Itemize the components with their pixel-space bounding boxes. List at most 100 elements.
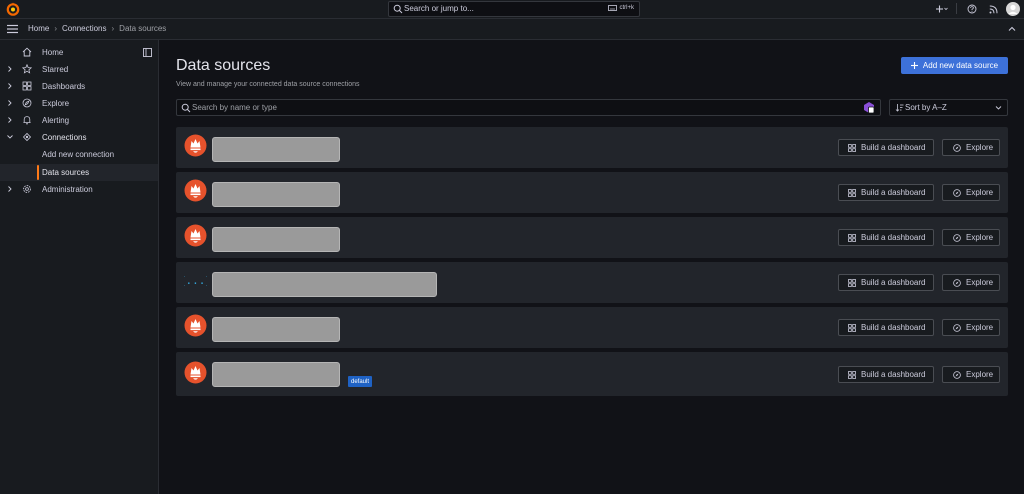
breadcrumb-connections[interactable]: Connections	[62, 24, 106, 33]
sort-select[interactable]: Sort by A–Z	[889, 99, 1008, 116]
chevron-right-icon: ›	[111, 24, 115, 33]
explore-button[interactable]: Explore	[942, 139, 1000, 156]
extension-icon[interactable]	[863, 101, 875, 114]
explore-label: Explore	[966, 233, 994, 242]
default-badge: default	[348, 376, 373, 387]
datasource-type-icon	[184, 361, 207, 384]
sidebar-item-dashboards[interactable]: Dashboards	[0, 78, 158, 95]
prometheus-icon	[184, 134, 207, 157]
compass-icon	[953, 370, 961, 379]
add-new-data-source-button[interactable]: Add new data source	[901, 57, 1008, 74]
datasource-row[interactable]: default Build a dashboard Explore	[176, 352, 1008, 396]
datasource-type-icon	[184, 314, 207, 337]
datasource-row[interactable]: {...} Build a dashboard Explore	[176, 262, 1008, 303]
chevron-right-icon[interactable]	[6, 65, 14, 73]
explore-button[interactable]: Explore	[942, 366, 1000, 383]
chevron-right-icon[interactable]	[6, 82, 14, 90]
sidebar-item-label: Administration	[42, 185, 93, 194]
page-subtitle: View and manage your connected data sour…	[176, 81, 360, 88]
build-dashboard-label: Build a dashboard	[861, 370, 926, 379]
sidebar-item-add-new-connection[interactable]: Add new connection	[0, 146, 158, 163]
build-dashboard-button[interactable]: Build a dashboard	[838, 229, 934, 246]
help-button[interactable]	[966, 3, 978, 15]
build-dashboard-label: Build a dashboard	[861, 233, 926, 242]
datasource-name-redacted[interactable]	[212, 227, 340, 252]
dashboards-icon	[848, 143, 856, 152]
sidebar-item-label: Explore	[42, 99, 70, 108]
home-icon	[22, 47, 32, 57]
build-dashboard-label: Build a dashboard	[861, 188, 926, 197]
chevron-down-icon	[995, 106, 1002, 110]
sidebar-item-label: Alerting	[42, 116, 70, 125]
news-button[interactable]	[987, 3, 999, 15]
explore-label: Explore	[966, 143, 994, 152]
datasource-name-redacted[interactable]	[212, 362, 340, 387]
dashboards-icon	[848, 188, 856, 197]
compass-icon	[953, 233, 961, 242]
dashboards-icon	[848, 323, 856, 332]
build-dashboard-button[interactable]: Build a dashboard	[838, 366, 934, 383]
chevron-right-icon[interactable]	[6, 99, 14, 107]
new-menu-button[interactable]	[934, 3, 950, 15]
datasource-row[interactable]: Build a dashboard Explore	[176, 217, 1008, 258]
dashboards-icon	[22, 81, 32, 91]
gear-icon	[23, 185, 31, 193]
sidebar-item-administration[interactable]: Administration	[0, 181, 158, 198]
sidebar-item-explore[interactable]: Explore	[0, 95, 158, 112]
build-dashboard-label: Build a dashboard	[861, 143, 926, 152]
explore-button[interactable]: Explore	[942, 229, 1000, 246]
star-icon	[22, 64, 32, 74]
active-indicator	[37, 165, 39, 180]
datasource-name-redacted[interactable]	[212, 137, 340, 162]
grafana-logo-icon[interactable]	[6, 2, 20, 16]
prometheus-icon	[184, 314, 207, 337]
sidebar-item-starred[interactable]: Starred	[0, 61, 158, 78]
datasource-name-redacted[interactable]	[212, 317, 340, 342]
build-dashboard-button[interactable]: Build a dashboard	[838, 319, 934, 336]
sidebar-item-home[interactable]: Home	[0, 44, 158, 61]
compass-icon	[953, 188, 961, 197]
breadcrumb: Home › Connections › Data sources	[28, 24, 166, 33]
svg-text:{...}: {...}	[184, 274, 207, 287]
search-placeholder: Search by name or type	[192, 103, 277, 112]
sidebar: Home Starred Dashboards Explore Alerting	[0, 40, 159, 494]
build-dashboard-button[interactable]: Build a dashboard	[838, 274, 934, 291]
chevron-right-icon[interactable]	[6, 185, 14, 193]
plus-icon	[910, 62, 918, 69]
search-icon	[181, 103, 191, 113]
breadcrumb-home[interactable]: Home	[28, 24, 49, 33]
datasource-row[interactable]: Build a dashboard Explore	[176, 172, 1008, 213]
datasource-row[interactable]: Build a dashboard Explore	[176, 127, 1008, 168]
sidebar-item-label: Home	[42, 48, 64, 57]
avatar-icon	[1006, 2, 1020, 16]
global-search-input[interactable]: Search or jump to... ctrl+k	[388, 1, 640, 17]
build-dashboard-button[interactable]: Build a dashboard	[838, 139, 934, 156]
build-dashboard-button[interactable]: Build a dashboard	[838, 184, 934, 201]
explore-button[interactable]: Explore	[942, 184, 1000, 201]
rss-icon	[989, 5, 997, 13]
datasource-name-redacted[interactable]	[212, 272, 437, 297]
sidebar-item-alerting[interactable]: Alerting	[0, 112, 158, 129]
help-icon	[967, 4, 977, 14]
chevron-right-icon[interactable]	[6, 116, 14, 124]
add-button-label: Add new data source	[922, 61, 999, 70]
explore-button[interactable]: Explore	[942, 319, 1000, 336]
top-bar: Search or jump to... ctrl+k	[0, 0, 1024, 19]
sidebar-item-connections[interactable]: Connections	[0, 129, 158, 146]
sidebar-item-data-sources[interactable]: Data sources	[0, 164, 158, 181]
datasource-name-redacted[interactable]	[212, 182, 340, 207]
explore-button[interactable]: Explore	[942, 274, 1000, 291]
chevron-right-icon: ›	[54, 24, 58, 33]
compass-icon	[953, 278, 961, 287]
profile-avatar[interactable]	[1006, 2, 1020, 16]
datasource-row[interactable]: Build a dashboard Explore	[176, 307, 1008, 348]
sort-icon	[895, 104, 904, 112]
connections-icon	[22, 132, 32, 142]
datasource-type-icon	[184, 179, 207, 202]
dashboards-icon	[848, 370, 856, 379]
chevron-up-icon[interactable]	[1007, 24, 1017, 34]
datasource-type-icon: {...}	[179, 269, 212, 292]
menu-icon[interactable]	[7, 24, 18, 34]
chevron-down-icon[interactable]	[6, 133, 14, 141]
datasource-search-input[interactable]: Search by name or type	[176, 99, 881, 116]
